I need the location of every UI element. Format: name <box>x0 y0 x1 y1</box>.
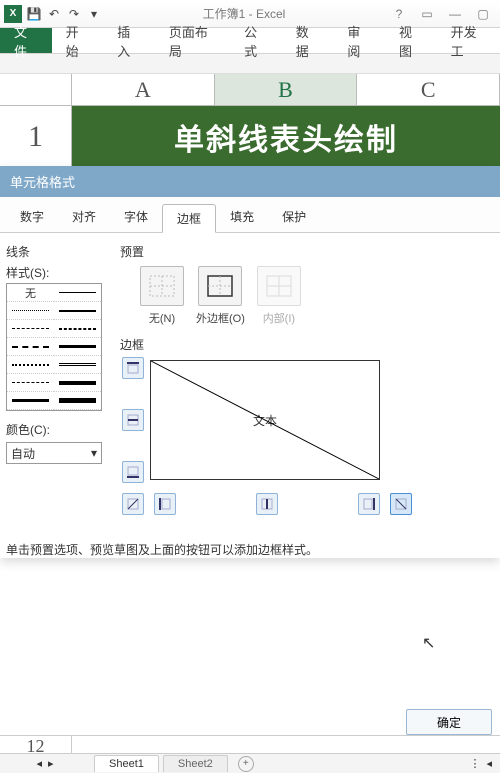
tab-fill[interactable]: 填充 <box>216 203 268 232</box>
line-style-option[interactable] <box>12 382 50 383</box>
select-all-corner[interactable] <box>0 74 72 105</box>
line-style-option[interactable] <box>59 398 97 403</box>
add-sheet-button[interactable]: + <box>238 756 254 772</box>
line-style-option[interactable] <box>59 292 97 293</box>
row-header-1[interactable]: 1 <box>0 106 72 168</box>
row-header-12[interactable]: 12 <box>0 736 72 754</box>
chevron-down-icon: ▾ <box>91 446 97 460</box>
ribbon-tab-dev[interactable]: 开发工 <box>437 28 500 53</box>
border-left-button[interactable] <box>154 493 176 515</box>
column-header-b[interactable]: B <box>215 74 358 105</box>
line-style-option[interactable] <box>12 399 50 402</box>
style-label: 样式(S): <box>6 264 106 281</box>
dialog-tabs: 数字 对齐 字体 边框 填充 保护 <box>0 197 500 233</box>
ribbon-tab-layout[interactable]: 页面布局 <box>155 28 230 53</box>
dialog-title: 单元格格式 <box>0 166 500 197</box>
help-icon[interactable]: ? <box>386 5 412 23</box>
dialog-help-text: 单击预置选项、预览草图及上面的按钮可以添加边框样式。 <box>0 525 500 558</box>
border-right-button[interactable] <box>358 493 380 515</box>
row-1: 1 单斜线表头绘制 <box>0 106 500 168</box>
sheet-tab-2[interactable]: Sheet2 <box>163 755 228 772</box>
color-value: 自动 <box>11 445 35 462</box>
line-style-list[interactable]: 无 <box>6 283 102 411</box>
border-top-button[interactable] <box>122 357 144 379</box>
border-middle-h-button[interactable] <box>122 409 144 431</box>
tab-align[interactable]: 对齐 <box>58 203 110 232</box>
hscroll-left-icon[interactable]: ◂ <box>486 757 492 770</box>
maximize-icon[interactable]: ▢ <box>470 5 496 23</box>
redo-icon[interactable]: ↷ <box>66 6 82 22</box>
quick-access-toolbar: X 💾 ↶ ↷ ▾ <box>0 5 102 23</box>
border-preview[interactable]: 文本 <box>150 360 380 480</box>
ribbon-collapse-icon[interactable]: ▭ <box>414 5 440 23</box>
ribbon-tab-formula[interactable]: 公式 <box>230 28 282 53</box>
qat-more-icon[interactable]: ▾ <box>86 6 102 22</box>
line-style-option[interactable] <box>12 346 50 348</box>
excel-icon: X <box>4 5 22 23</box>
format-cells-dialog: 单元格格式 数字 对齐 字体 边框 填充 保护 线条 样式(S): 无 <box>0 166 500 558</box>
line-group-label: 线条 <box>6 243 106 260</box>
preset-outline-label: 外边框(O) <box>196 310 245 326</box>
preset-inside-button[interactable] <box>257 266 301 306</box>
sheet-nav-prev-icon[interactable]: ◂ <box>36 757 42 770</box>
line-style-option[interactable] <box>59 310 97 312</box>
preset-inside-label: 内部(I) <box>263 310 295 326</box>
line-style-option[interactable] <box>59 363 97 366</box>
preset-none-button[interactable] <box>140 266 184 306</box>
merged-title-cell[interactable]: 单斜线表头绘制 <box>72 106 500 168</box>
preset-outline-button[interactable] <box>198 266 242 306</box>
ribbon-tabs: 文件 开始 插入 页面布局 公式 数据 审阅 视图 开发工 <box>0 28 500 54</box>
window-title: 工作簿1 - Excel <box>102 5 386 22</box>
ribbon-tab-data[interactable]: 数据 <box>282 28 334 53</box>
line-style-option[interactable] <box>12 364 50 366</box>
window-controls: ? ▭ — ▢ <box>386 5 500 23</box>
column-headers: A B C <box>0 74 500 106</box>
preset-border-group: 预置 无(N) 外边框(O) <box>120 243 492 515</box>
row-12: 12 <box>0 736 500 754</box>
border-group-label: 边框 <box>120 336 492 353</box>
line-style-option[interactable] <box>12 328 50 329</box>
hscroll-divider-icon[interactable]: ⋮ <box>469 757 480 770</box>
ribbon-tab-insert[interactable]: 插入 <box>103 28 155 53</box>
color-combo[interactable]: 自动 ▾ <box>6 442 102 464</box>
line-style-option[interactable] <box>59 328 97 330</box>
column-header-a[interactable]: A <box>72 74 215 105</box>
line-style-option[interactable] <box>59 345 97 348</box>
tab-number[interactable]: 数字 <box>6 203 58 232</box>
border-bottom-button[interactable] <box>122 461 144 483</box>
preset-none-label: 无(N) <box>149 310 175 326</box>
dialog-body: 线条 样式(S): 无 颜色(C): 自动 ▾ <box>0 233 500 525</box>
undo-icon[interactable]: ↶ <box>46 6 62 22</box>
minimize-icon[interactable]: — <box>442 5 468 23</box>
column-header-c[interactable]: C <box>357 74 500 105</box>
ribbon-tab-view[interactable]: 视图 <box>385 28 437 53</box>
border-diag-down-button[interactable] <box>390 493 412 515</box>
sheet-tabs: ◂ ▸ Sheet1 Sheet2 + ⋮ ◂ <box>0 753 500 773</box>
tab-protect[interactable]: 保护 <box>268 203 320 232</box>
ok-button[interactable]: 确定 <box>406 709 492 735</box>
line-style-option[interactable] <box>59 381 97 385</box>
save-icon[interactable]: 💾 <box>26 6 42 22</box>
color-label: 颜色(C): <box>6 421 106 438</box>
ribbon-tab-home[interactable]: 开始 <box>52 28 104 53</box>
line-group: 线条 样式(S): 无 颜色(C): 自动 ▾ <box>0 243 106 515</box>
tab-font[interactable]: 字体 <box>110 203 162 232</box>
tab-border[interactable]: 边框 <box>162 204 216 233</box>
border-middle-v-button[interactable] <box>256 493 278 515</box>
border-diag-up-button[interactable] <box>122 493 144 515</box>
preset-row: 无(N) 外边框(O) 内部(I) <box>140 266 492 326</box>
line-style-option[interactable] <box>12 310 50 311</box>
preset-group-label: 预置 <box>120 243 492 260</box>
dialog-footer: 确定 <box>406 709 492 735</box>
sheet-tab-1[interactable]: Sheet1 <box>94 755 159 772</box>
sheet-nav-next-icon[interactable]: ▸ <box>48 757 54 770</box>
ribbon-tab-review[interactable]: 审阅 <box>333 28 385 53</box>
cursor-icon: ↖ <box>422 633 435 653</box>
style-none[interactable]: 无 <box>25 285 36 301</box>
footer: 12 ◂ ▸ Sheet1 Sheet2 + ⋮ ◂ <box>0 735 500 773</box>
file-tab[interactable]: 文件 <box>0 28 52 53</box>
